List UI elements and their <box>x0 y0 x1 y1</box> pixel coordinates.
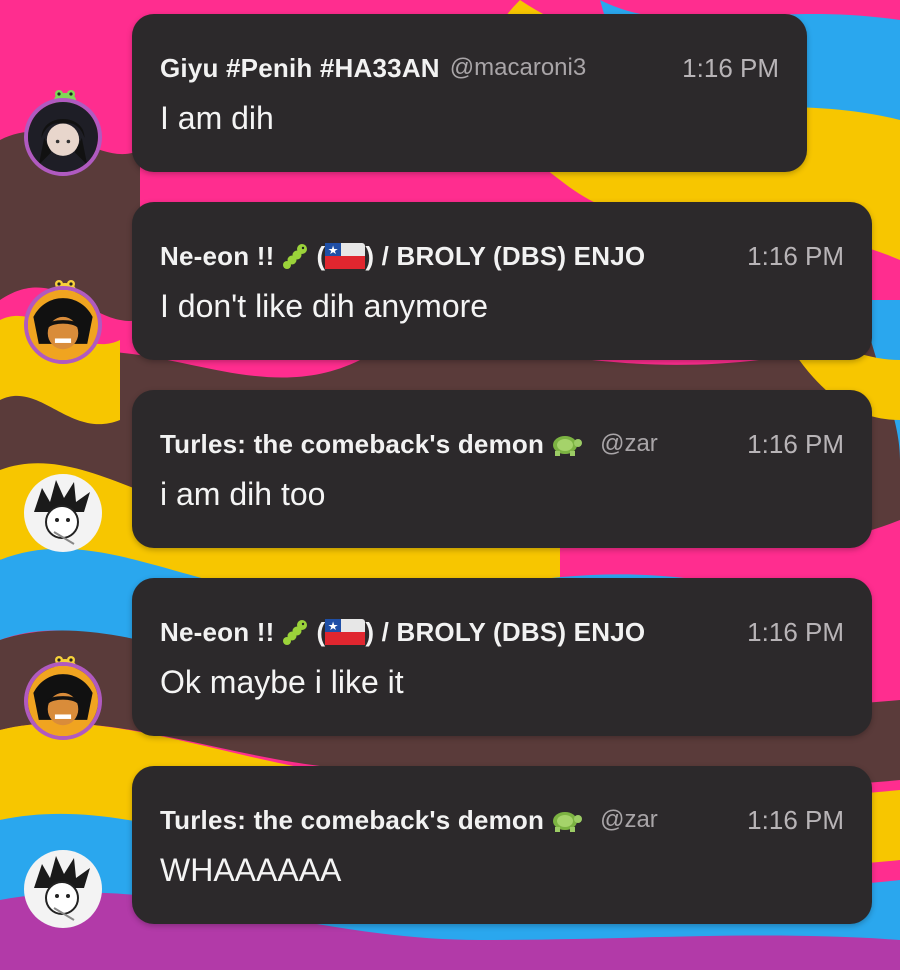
dark-haired-character-icon <box>28 102 98 172</box>
message-text: I am dih <box>160 100 274 136</box>
avatar[interactable] <box>24 662 102 740</box>
goku-sketch-icon <box>24 850 102 928</box>
author-handle[interactable]: @zar <box>600 430 658 458</box>
name-paren: ( <box>316 616 326 647</box>
author-name[interactable]: Ne-eon !! <box>160 617 274 648</box>
chile-flag-icon <box>325 619 366 645</box>
avatar[interactable] <box>24 98 102 176</box>
timestamp: 1:16 PM <box>672 50 779 86</box>
timestamp: 1:16 PM <box>737 614 844 650</box>
message-header: Turles: the comeback's demon @zar <box>160 426 722 462</box>
timestamp: 1:16 PM <box>737 426 844 462</box>
author-name[interactable]: Turles: the comeback's demon <box>160 429 544 460</box>
author-name-suffix[interactable]: / BROLY (DBS) ENJO <box>382 617 646 648</box>
message-text: WHAAAAAA <box>160 852 342 888</box>
message-bubble[interactable]: Giyu #Penih #HA33AN @macaroni3 1:16 PM I… <box>132 14 807 172</box>
timestamp: 1:16 PM <box>737 238 844 274</box>
message-header: Ne-eon !! ( ) / BROLY (DBS) ENJO <box>160 614 722 650</box>
message-header: Ne-eon !! ( ) / BROLY (DBS) ENJO <box>160 238 722 274</box>
message-bubble[interactable]: Turles: the comeback's demon @zar 1:16 P… <box>132 766 872 924</box>
author-handle[interactable]: @zar <box>600 806 658 834</box>
message-bubble[interactable]: Ne-eon !! ( ) / BROLY (DBS) ENJO 1:16 PM… <box>132 578 872 736</box>
turtle-icon <box>553 436 583 456</box>
message-text: I don't like dih anymore <box>160 288 489 324</box>
author-name-suffix[interactable]: / BROLY (DBS) ENJO <box>382 241 646 272</box>
message-bubble[interactable]: Ne-eon !! ( ) / BROLY (DBS) ENJO 1:16 PM… <box>132 202 872 360</box>
message-text: Ok maybe i like it <box>160 664 404 700</box>
goku-sketch-icon <box>24 474 102 552</box>
author-name[interactable]: Giyu #Penih #HA33AN <box>160 53 440 84</box>
author-name[interactable]: Turles: the comeback's demon <box>160 805 544 836</box>
message-bubble[interactable]: Turles: the comeback's demon @zar 1:16 P… <box>132 390 872 548</box>
avatar[interactable] <box>24 474 102 552</box>
name-paren: ( <box>316 240 326 271</box>
broly-icon <box>28 290 98 360</box>
turtle-icon <box>553 812 583 832</box>
message-header: Turles: the comeback's demon @zar <box>160 802 722 838</box>
avatar[interactable] <box>24 850 102 928</box>
author-handle[interactable]: @macaroni3 <box>450 54 586 82</box>
avatar[interactable] <box>24 286 102 364</box>
broly-icon <box>28 666 98 736</box>
name-paren: ) <box>365 616 382 647</box>
message-text: i am dih too <box>160 476 326 512</box>
timestamp: 1:16 PM <box>737 802 844 838</box>
chile-flag-icon <box>325 243 366 269</box>
author-name[interactable]: Ne-eon !! <box>160 241 274 272</box>
caterpillar-icon <box>283 244 308 269</box>
name-paren: ) <box>365 240 382 271</box>
caterpillar-icon <box>283 620 308 645</box>
